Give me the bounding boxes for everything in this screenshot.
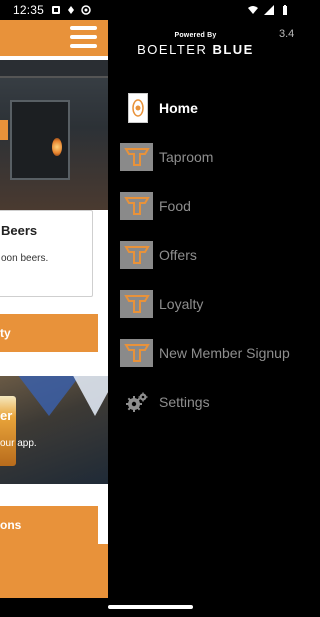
brand-logo-icon <box>120 289 153 319</box>
promo-banner[interactable]: er our app. <box>0 376 108 484</box>
hamburger-menu-icon[interactable] <box>70 26 97 50</box>
brand-logo-icon <box>120 191 153 221</box>
menu-item-label: Taproom <box>159 148 214 165</box>
menu-item-label: Settings <box>159 393 210 410</box>
brand-logo-icon <box>120 240 153 270</box>
locations-button-label: ons <box>0 518 22 532</box>
status-system-icons <box>248 5 290 15</box>
hero-image <box>0 60 108 210</box>
app-header <box>0 20 108 56</box>
version-label: 3.4 <box>279 28 295 40</box>
card-title: Beers <box>1 223 38 238</box>
brand-name-light: BOELTER <box>137 42 208 57</box>
drawer-menu: Home Taproom Food Offers Loyalty New Mem… <box>108 83 300 426</box>
menu-item-label: New Member Signup <box>159 344 290 361</box>
wallet-icon <box>68 6 75 14</box>
menu-item-new-member-signup[interactable]: New Member Signup <box>108 328 300 377</box>
gesture-navigation-bar[interactable] <box>108 605 193 609</box>
home-logo-icon <box>120 92 153 123</box>
menu-item-settings[interactable]: Settings <box>108 377 300 426</box>
loyalty-button-label: ty <box>0 326 11 340</box>
menu-item-label: Food <box>159 197 191 214</box>
menu-item-food[interactable]: Food <box>108 181 300 230</box>
brand-logo-icon <box>120 142 153 172</box>
navigation-drawer: Powered By BOELTER BLUE 3.4 Home Taproom <box>108 0 300 617</box>
brand-logo-icon <box>120 338 153 368</box>
powered-by-label: Powered By <box>174 32 217 39</box>
battery-icon <box>283 5 287 15</box>
gear-icon <box>120 387 153 417</box>
menu-item-taproom[interactable]: Taproom <box>108 132 300 181</box>
brand-header: Powered By BOELTER BLUE <box>108 32 283 57</box>
notification-app-icon <box>52 6 61 14</box>
status-bar: 12:35 <box>0 0 300 20</box>
app-content-behind-drawer: Beers oon beers. ty er our app. ons <box>0 20 108 598</box>
card-subtitle: oon beers. <box>1 253 49 264</box>
wifi-icon <box>248 6 258 14</box>
bottom-bar <box>0 544 108 598</box>
menu-item-label: Loyalty <box>159 295 204 312</box>
signal-icon <box>264 5 274 15</box>
brand-logo-text: BOELTER BLUE <box>108 42 283 57</box>
menu-item-home[interactable]: Home <box>108 83 300 132</box>
menu-item-loyalty[interactable]: Loyalty <box>108 279 300 328</box>
status-notification-icons <box>51 5 91 15</box>
menu-item-label: Offers <box>159 246 197 263</box>
beers-card[interactable]: Beers oon beers. <box>0 210 93 297</box>
menu-item-offers[interactable]: Offers <box>108 230 300 279</box>
menu-item-label: Home <box>159 99 198 116</box>
circle-app-icon <box>81 5 91 15</box>
locations-button[interactable]: ons <box>0 506 98 544</box>
promo-subtitle: our app. <box>0 438 37 449</box>
status-time: 12:35 <box>13 3 45 17</box>
loyalty-button[interactable]: ty <box>0 314 98 352</box>
brand-name-bold: BLUE <box>212 42 254 57</box>
promo-title: er <box>0 408 13 423</box>
